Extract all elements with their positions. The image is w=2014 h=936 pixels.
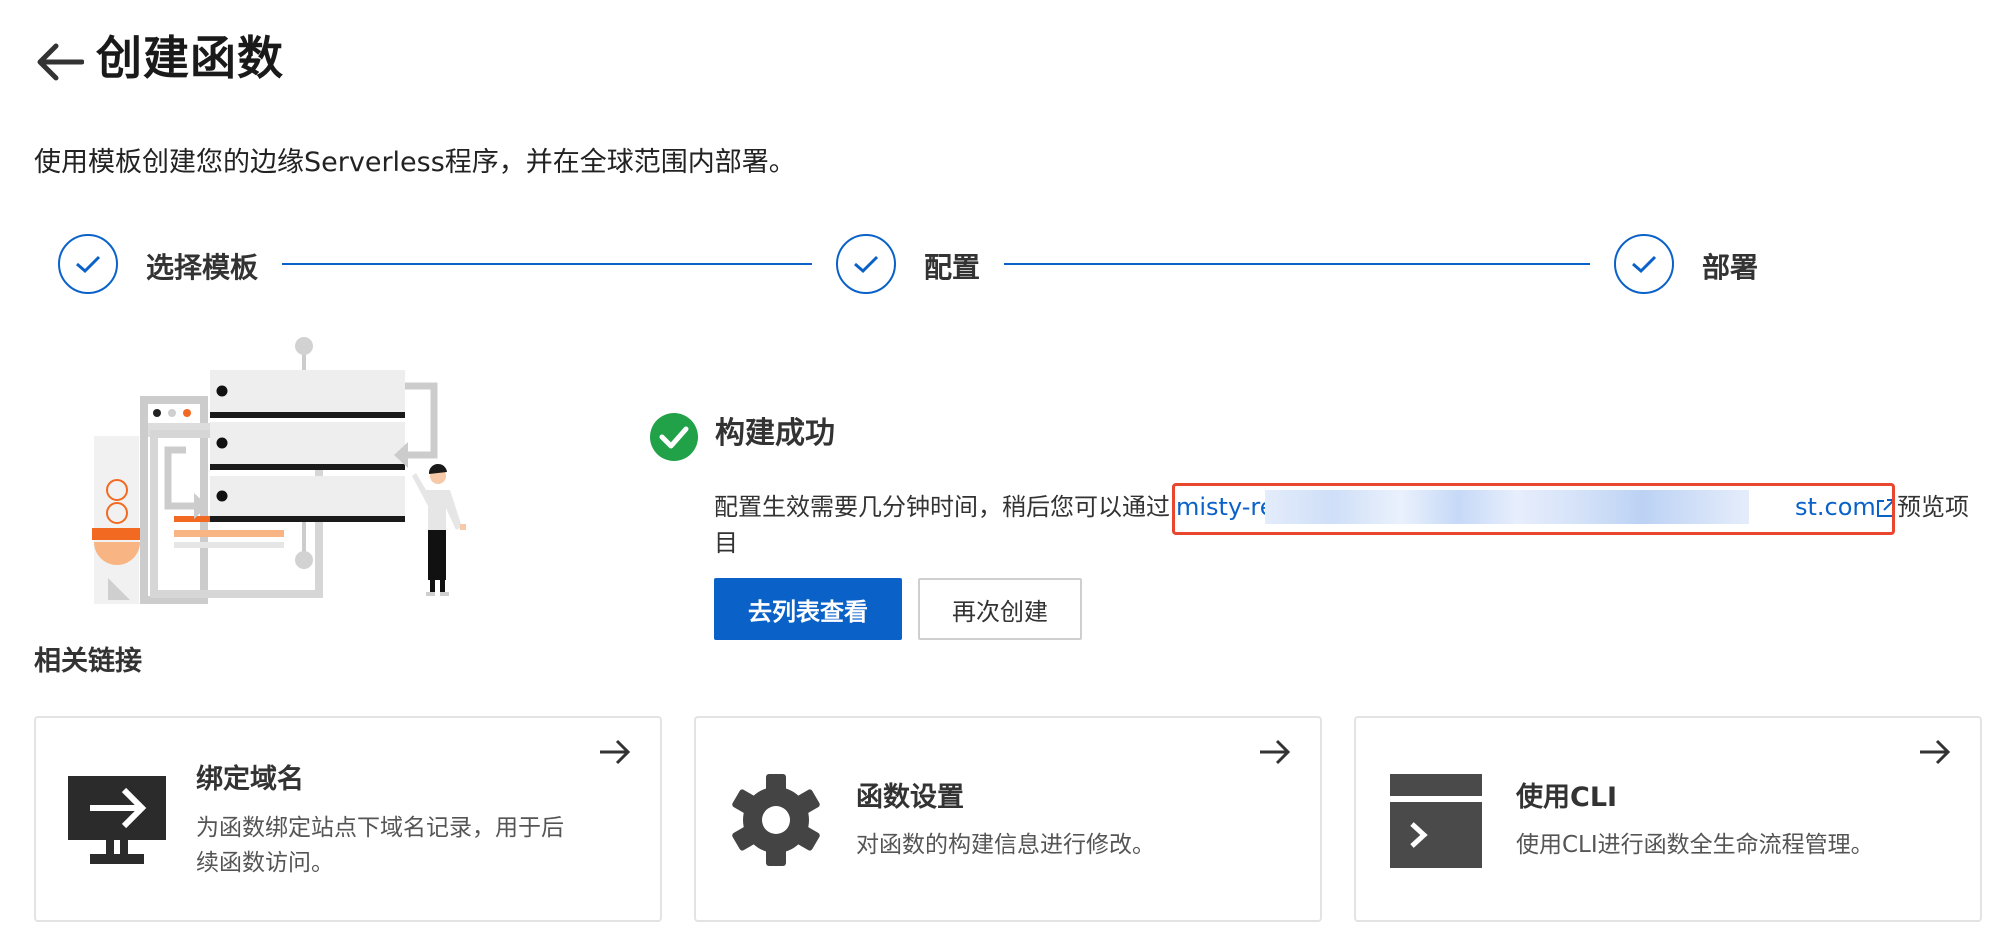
step-connector bbox=[282, 263, 812, 265]
create-again-button[interactable]: 再次创建 bbox=[918, 578, 1082, 640]
card-desc: 使用CLI进行函数全生命流程管理。 bbox=[1516, 832, 1874, 858]
card-function-settings[interactable]: 函数设置 对函数的构建信息进行修改。 bbox=[694, 716, 1322, 922]
arrow-right-icon bbox=[1920, 739, 1951, 765]
step-connector bbox=[1004, 263, 1590, 265]
card-use-cli[interactable]: 使用CLI 使用CLI进行函数全生命流程管理。 bbox=[1354, 716, 1982, 922]
card-title: 使用CLI bbox=[1516, 782, 1618, 813]
card-bind-domain[interactable]: 绑定域名 为函数绑定站点下域名记录，用于后 续函数访问。 bbox=[34, 716, 662, 922]
step-2-check-icon bbox=[836, 234, 896, 294]
step-label-select-template: 选择模板 bbox=[146, 251, 259, 284]
success-title: 构建成功 bbox=[715, 416, 835, 451]
arrow-right-icon bbox=[1260, 739, 1291, 765]
card-desc: 续函数访问。 bbox=[196, 850, 334, 876]
terminal-icon bbox=[1390, 774, 1482, 868]
related-links-title: 相关链接 bbox=[34, 646, 142, 677]
result-message-suffix: 预览项 bbox=[1897, 493, 1969, 521]
page-description: 使用模板创建您的边缘Serverless程序，并在全球范围内部署。 bbox=[34, 147, 796, 178]
step-label-configure: 配置 bbox=[924, 251, 981, 284]
card-title: 函数设置 bbox=[856, 782, 964, 813]
url-highlight-box bbox=[1172, 483, 1895, 535]
result-message: 配置生效需要几分钟时间，稍后您可以通过 bbox=[714, 493, 1170, 521]
arrow-right-icon bbox=[600, 739, 631, 765]
back-arrow-icon[interactable] bbox=[34, 42, 84, 82]
success-check-icon bbox=[650, 413, 698, 461]
step-3-check-icon bbox=[1614, 234, 1674, 294]
step-1-check-icon bbox=[58, 234, 118, 294]
step-label-deploy: 部署 bbox=[1702, 251, 1759, 284]
card-desc: 为函数绑定站点下域名记录，用于后 bbox=[196, 815, 564, 841]
server-deploy-illustration bbox=[92, 337, 466, 604]
monitor-arrow-icon bbox=[68, 776, 166, 864]
card-title: 绑定域名 bbox=[196, 764, 304, 795]
view-list-button[interactable]: 去列表查看 bbox=[714, 578, 902, 640]
result-message-wrap: 目 bbox=[714, 529, 738, 557]
page-title: 创建函数 bbox=[96, 31, 284, 85]
gear-icon bbox=[732, 774, 820, 866]
card-desc: 对函数的构建信息进行修改。 bbox=[856, 832, 1155, 858]
